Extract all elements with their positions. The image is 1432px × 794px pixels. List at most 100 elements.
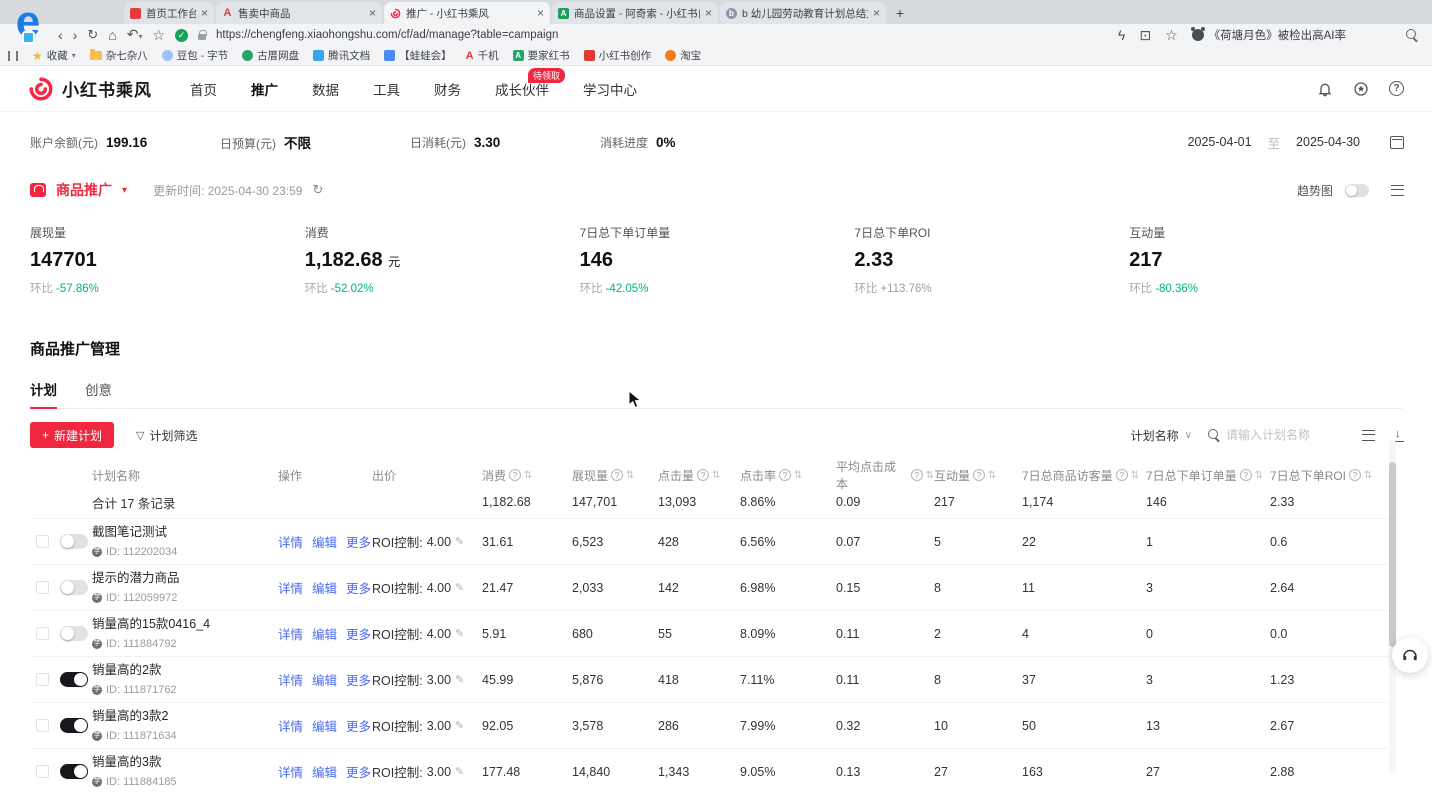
col-clicks[interactable]: 点击量?⇅ (658, 467, 740, 484)
date-end[interactable]: 2025-04-30 (1296, 135, 1360, 149)
nav-item-growth-partner[interactable]: 成长伙伴待领取 (495, 79, 549, 99)
campaign-toggle[interactable] (60, 580, 88, 595)
browser-tab-active[interactable]: 推广 - 小红书乘风 × (384, 2, 550, 24)
new-plan-button[interactable]: +新建计划 (30, 422, 114, 448)
row-checkbox[interactable] (36, 719, 49, 732)
browser-tab[interactable]: 首页工作台 × (124, 2, 214, 24)
col-visitors-7d[interactable]: 7日总商品访客量?⇅ (1022, 467, 1146, 484)
extension-notice[interactable]: 《荷塘月色》被检出高AI率 (1192, 27, 1346, 43)
url-text[interactable]: https://chengfeng.xiaohongshu.com/cf/ad/… (216, 29, 1108, 41)
row-checkbox[interactable] (36, 627, 49, 640)
more-link[interactable]: 更多 (346, 578, 371, 597)
col-roi-7d[interactable]: 7日总下单ROI?⇅ (1270, 467, 1380, 484)
campaign-name[interactable]: 提示的潜力商品 (92, 571, 180, 585)
home-icon[interactable]: ⌂ (108, 28, 116, 42)
col-impressions[interactable]: 展现量?⇅ (572, 467, 658, 484)
nav-item-home[interactable]: 首页 (190, 79, 217, 99)
browser-tab[interactable]: b b 幼儿园劳动教育计划总结方案 × (720, 2, 886, 24)
detail-link[interactable]: 详情 (278, 670, 303, 689)
promotion-type-select[interactable]: 商品推广 (56, 180, 112, 200)
row-checkbox[interactable] (36, 535, 49, 548)
table-scrollbar[interactable] (1389, 440, 1396, 772)
col-ctr[interactable]: 点击率?⇅ (740, 467, 836, 484)
bookmark-item[interactable]: 【蛙蛙会】 (384, 48, 452, 63)
chevron-down-icon[interactable]: ▾ (122, 185, 127, 196)
member-icon[interactable] (1353, 81, 1369, 97)
nav-item-data[interactable]: 数据 (312, 79, 339, 99)
close-icon[interactable]: × (201, 8, 208, 18)
bookmark-item[interactable]: 豆包 - 字节 (162, 48, 228, 63)
close-icon[interactable]: × (705, 8, 712, 18)
tab-plan[interactable]: 计划 (30, 379, 57, 408)
campaign-name[interactable]: 销量高的15款0416_4 (92, 617, 210, 631)
campaign-name[interactable]: 销量高的3款 (92, 755, 161, 769)
screenshot-icon[interactable]: ⊡ (1139, 28, 1151, 42)
browser-tab[interactable]: A 售卖中商品 × (216, 2, 382, 24)
edit-link[interactable]: 编辑 (312, 624, 337, 643)
favorite-page-icon[interactable]: ☆ (152, 28, 165, 42)
more-link[interactable]: 更多 (346, 532, 371, 551)
bookmark-item[interactable]: 古厝网盘 (242, 48, 299, 63)
more-link[interactable]: 更多 (346, 716, 371, 735)
plan-search-input[interactable] (1226, 428, 1346, 442)
new-tab-button[interactable]: + (888, 2, 912, 24)
calendar-icon[interactable] (1390, 136, 1404, 149)
tab-creative[interactable]: 创意 (85, 379, 112, 408)
bookmark-item[interactable]: 淘宝 (665, 48, 701, 63)
campaign-name[interactable]: 截图笔记测试 (92, 525, 167, 539)
edit-link[interactable]: 编辑 (312, 716, 337, 735)
close-icon[interactable]: × (537, 8, 544, 18)
detail-link[interactable]: 详情 (278, 532, 303, 551)
row-checkbox[interactable] (36, 673, 49, 686)
detail-link[interactable]: 详情 (278, 716, 303, 735)
bookmark-item[interactable]: 杂七杂八 (90, 48, 148, 63)
close-icon[interactable]: × (873, 8, 880, 18)
help-icon[interactable]: ? (1389, 81, 1404, 96)
search-field-select[interactable]: 计划名称∨ (1131, 427, 1192, 444)
edit-bid-icon[interactable]: ✎ (455, 719, 464, 732)
nav-item-tools[interactable]: 工具 (373, 79, 400, 99)
bookmarks-panel-icon[interactable] (8, 51, 18, 61)
undo-icon[interactable]: ↶▾ (127, 27, 143, 44)
metrics-settings-icon[interactable] (1391, 185, 1404, 196)
scrollbar-thumb[interactable] (1389, 462, 1396, 647)
edit-bid-icon[interactable]: ✎ (455, 581, 464, 594)
edit-link[interactable]: 编辑 (312, 578, 337, 597)
date-start[interactable]: 2025-04-01 (1188, 135, 1252, 149)
refresh-icon[interactable]: ↻ (312, 182, 323, 198)
date-range-picker[interactable]: 2025-04-01 至 2025-04-30 (1188, 133, 1404, 152)
edit-bid-icon[interactable]: ✎ (455, 673, 464, 686)
customer-service-button[interactable] (1392, 637, 1428, 673)
edit-link[interactable]: 编辑 (312, 532, 337, 551)
close-icon[interactable]: × (369, 8, 376, 18)
detail-link[interactable]: 详情 (278, 578, 303, 597)
bookmark-item[interactable]: 小红书创作 (584, 48, 652, 63)
more-link[interactable]: 更多 (346, 670, 371, 689)
edit-link[interactable]: 编辑 (312, 670, 337, 689)
trend-chart-toggle[interactable] (1345, 184, 1369, 197)
lightning-icon[interactable]: ϟ (1118, 28, 1125, 42)
nav-item-promotion[interactable]: 推广 (251, 79, 278, 99)
reload-icon[interactable]: ↻ (87, 28, 98, 42)
star-icon[interactable]: ☆ (1165, 28, 1178, 42)
campaign-toggle[interactable] (60, 626, 88, 641)
col-orders-7d[interactable]: 7日总下单订单量?⇅ (1146, 467, 1270, 484)
plan-filter-button[interactable]: ▽计划筛选 (136, 427, 197, 444)
nav-item-learning-center[interactable]: 学习中心 (583, 79, 637, 99)
campaign-name[interactable]: 销量高的3款2 (92, 709, 168, 723)
browser-logo-icon[interactable]: e (4, 0, 52, 46)
campaign-toggle[interactable] (60, 534, 88, 549)
col-engagement[interactable]: 互动量?⇅ (934, 467, 1022, 484)
bookmark-item[interactable]: A要家红书 (513, 48, 570, 63)
col-cost[interactable]: 消费?⇅ (482, 467, 572, 484)
campaign-toggle[interactable] (60, 672, 88, 687)
more-link[interactable]: 更多 (346, 624, 371, 643)
brand-logo[interactable]: 小红书乘风 (28, 76, 152, 102)
detail-link[interactable]: 详情 (278, 624, 303, 643)
nav-item-finance[interactable]: 财务 (434, 79, 461, 99)
bookmark-item[interactable]: A千机 (466, 48, 499, 63)
col-avg-click-cost[interactable]: 平均点击成本?⇅ (836, 458, 934, 492)
favorites-menu[interactable]: ★收藏▾ (32, 48, 76, 63)
bell-icon[interactable] (1317, 81, 1333, 97)
edit-bid-icon[interactable]: ✎ (455, 535, 464, 548)
